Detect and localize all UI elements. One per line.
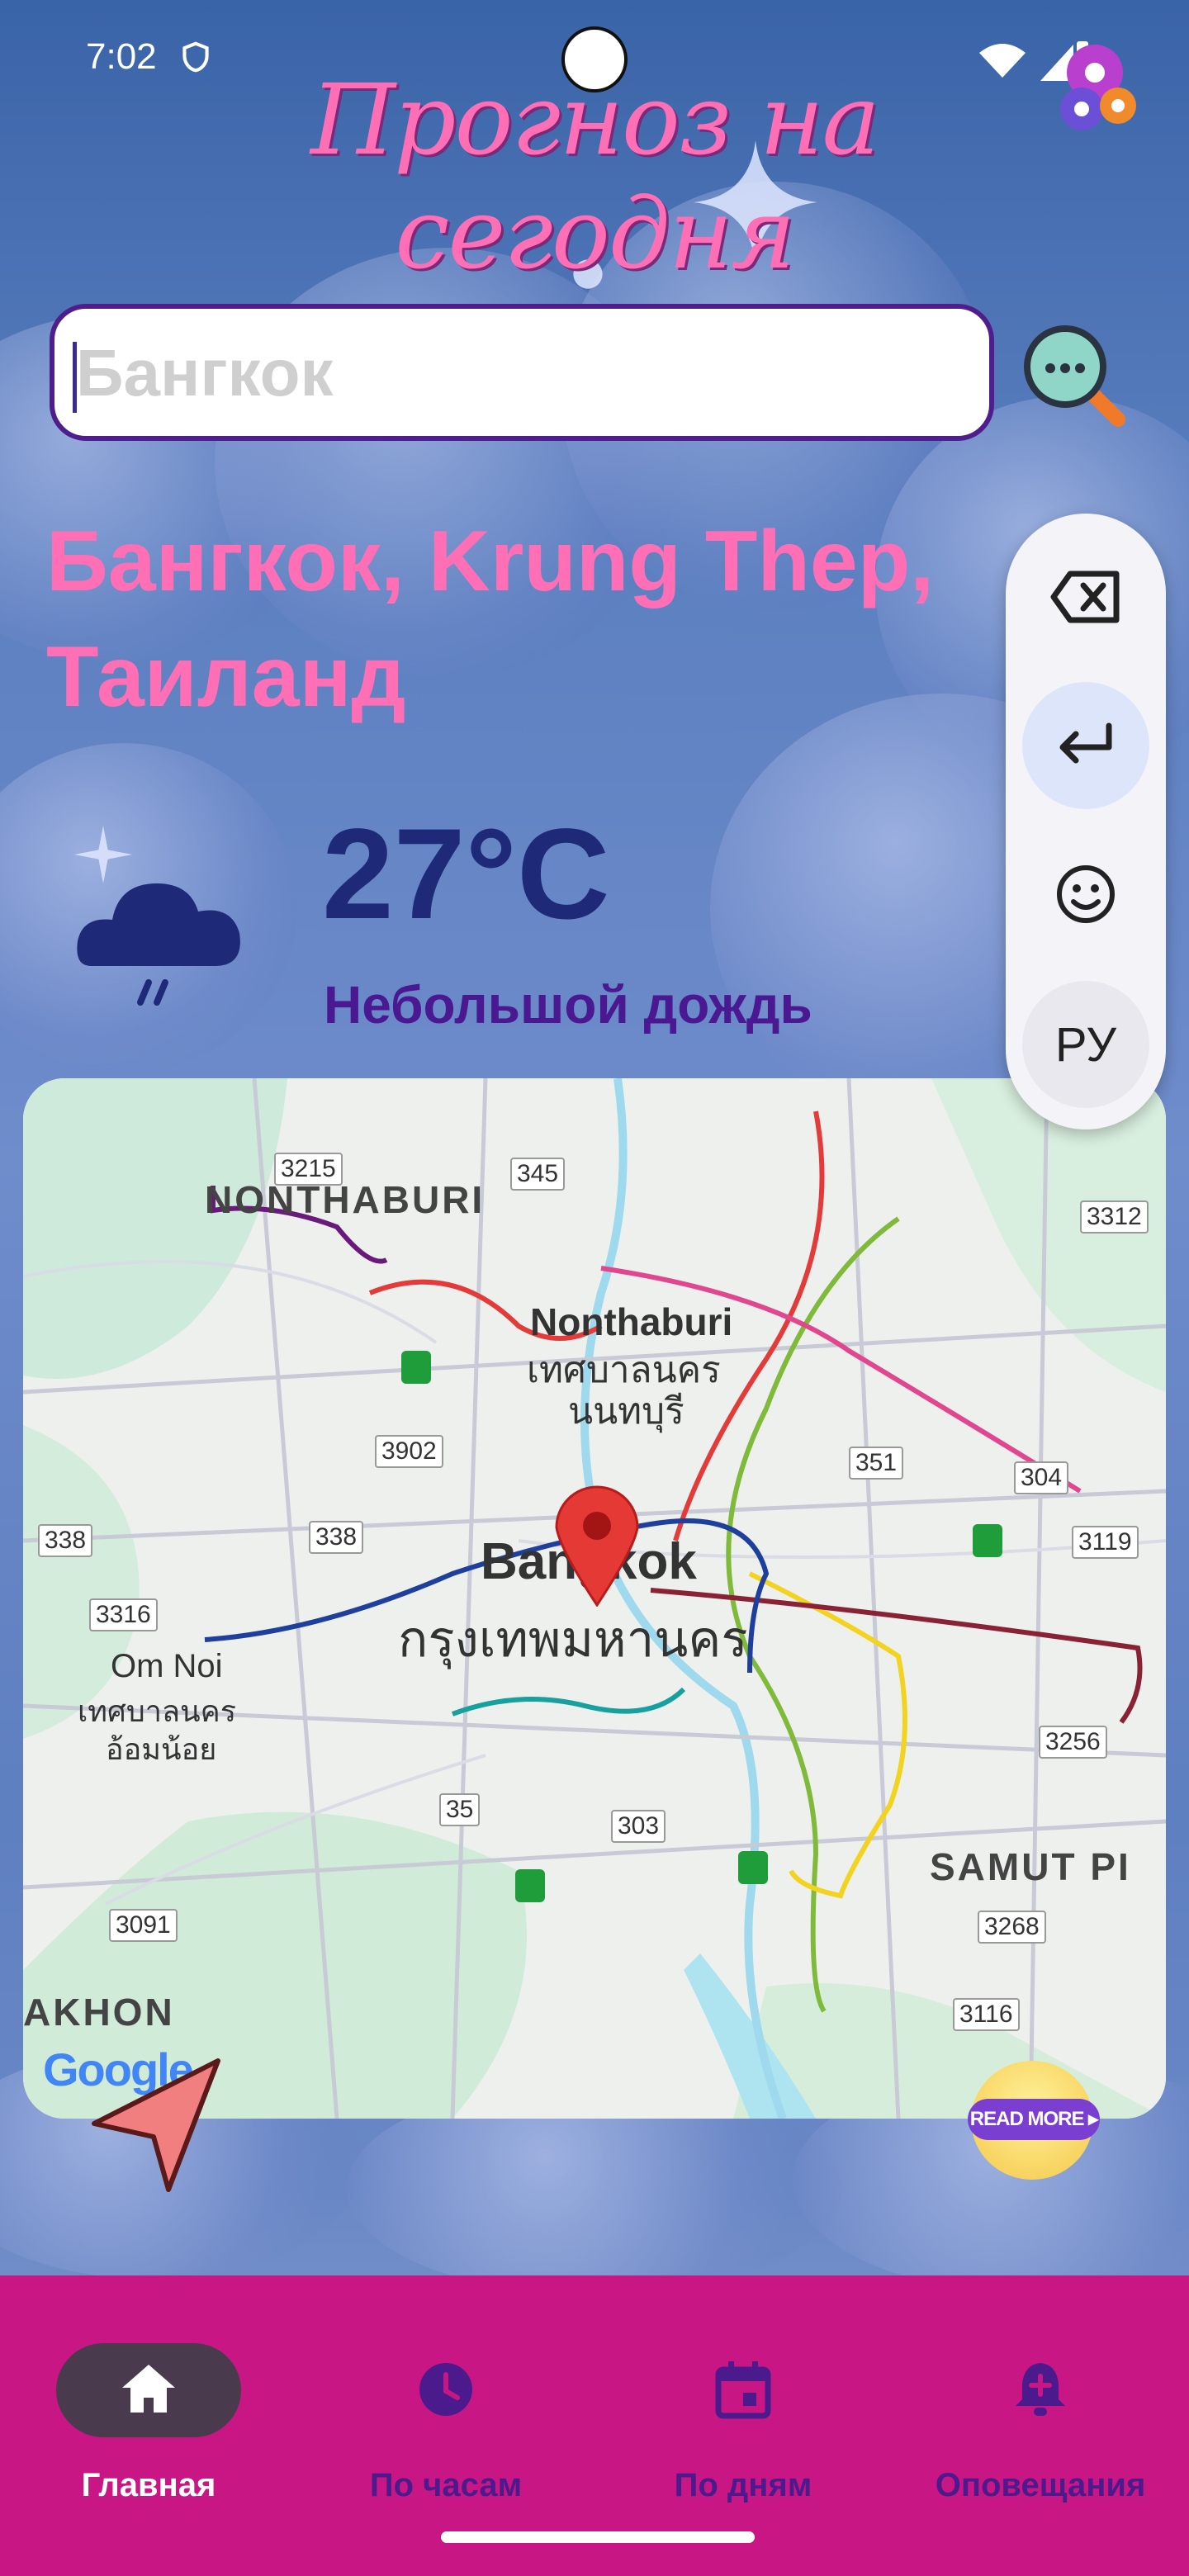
station-icon bbox=[973, 1524, 1002, 1557]
emoji-button[interactable] bbox=[1022, 831, 1149, 958]
road-number: 3119 bbox=[1072, 1526, 1139, 1559]
station-icon bbox=[515, 1869, 545, 1902]
read-more-button[interactable]: READ MORE ▸ bbox=[968, 2061, 1100, 2180]
read-more-label: READ MORE ▸ bbox=[968, 2099, 1100, 2140]
map-view[interactable]: NONTHABURI Nonthaburi เทศบาลนคร นนทบุรี … bbox=[23, 1078, 1166, 2119]
nav-item-alerts[interactable]: Оповещания bbox=[892, 2308, 1189, 2523]
road-number: 338 bbox=[38, 1524, 93, 1557]
station-icon bbox=[401, 1351, 431, 1384]
map-label-om-noi: Om Noi bbox=[111, 1648, 223, 1684]
weather-description: Небольшой дождь bbox=[324, 975, 812, 1035]
map-label-nakhon: AKHON bbox=[23, 1991, 175, 2034]
map-label-nonthaburi-th2: นนทบุรี bbox=[568, 1391, 685, 1432]
search-input[interactable] bbox=[74, 327, 969, 419]
language-button[interactable]: РУ bbox=[1022, 981, 1149, 1108]
nav-label: По дням bbox=[674, 2467, 812, 2503]
road-number: 303 bbox=[611, 1810, 666, 1843]
road-number: 3116 bbox=[953, 1998, 1020, 2031]
road-number: 3312 bbox=[1080, 1200, 1149, 1234]
map-pin-icon[interactable] bbox=[552, 1483, 642, 1607]
location-name: Бангкок, Krung Thep, Таиланд bbox=[46, 514, 935, 725]
home-icon bbox=[122, 2365, 175, 2413]
map-label-samut: SAMUT PI bbox=[930, 1845, 1131, 1888]
backspace-icon bbox=[1050, 571, 1120, 623]
language-label: РУ bbox=[1054, 1017, 1117, 1072]
road-number: 3902 bbox=[375, 1435, 443, 1468]
status-time: 7:02 bbox=[86, 36, 157, 77]
gesture-handle bbox=[441, 2531, 755, 2543]
nav-label: Оповещания bbox=[935, 2467, 1146, 2503]
road-number: 3268 bbox=[978, 1911, 1046, 1944]
gears-icon[interactable] bbox=[1049, 40, 1139, 139]
page-title: Прогноз на сегодня bbox=[310, 63, 880, 291]
enter-button[interactable] bbox=[1022, 682, 1149, 809]
temperature: 27°C bbox=[322, 803, 610, 946]
map-label-om-noi-th2: อ้อมน้อย bbox=[106, 1732, 217, 1766]
calendar-icon bbox=[715, 2361, 771, 2419]
magnifier-icon[interactable] bbox=[1021, 322, 1128, 429]
backspace-button[interactable] bbox=[1022, 533, 1149, 661]
nav-item-hourly[interactable]: По часам bbox=[297, 2308, 594, 2523]
map-label-bangkok-th: กรุงเทพมหานคร bbox=[398, 1612, 748, 1667]
road-number: 3091 bbox=[109, 1909, 178, 1942]
station-icon bbox=[738, 1851, 768, 1884]
map-label-nonthaburi-region: NONTHABURI bbox=[205, 1178, 486, 1221]
nav-label: Главная bbox=[81, 2467, 216, 2503]
enter-icon bbox=[1059, 722, 1112, 764]
map-label-nonthaburi: Nonthaburi bbox=[530, 1300, 733, 1343]
keyboard-toolbar: РУ bbox=[1006, 514, 1166, 1129]
bottom-navigation: Главная По часам По дням Оповещания bbox=[0, 2275, 1189, 2576]
road-number: 3316 bbox=[89, 1598, 158, 1631]
search-field-container bbox=[50, 304, 994, 441]
clock-icon bbox=[419, 2363, 472, 2416]
nav-item-home[interactable]: Главная bbox=[0, 2308, 297, 2523]
nav-item-daily[interactable]: По дням bbox=[594, 2308, 892, 2523]
road-number: 338 bbox=[309, 1521, 364, 1554]
nav-label: По часам bbox=[369, 2467, 523, 2503]
road-number: 351 bbox=[849, 1447, 904, 1480]
road-number: 3215 bbox=[274, 1153, 343, 1186]
emoji-icon bbox=[1057, 865, 1115, 923]
road-number: 304 bbox=[1014, 1461, 1069, 1494]
road-number: 35 bbox=[439, 1793, 481, 1826]
navigation-arrow-icon[interactable] bbox=[83, 2051, 231, 2200]
rain-cloud-icon bbox=[77, 883, 240, 1006]
bell-plus-icon bbox=[1016, 2363, 1065, 2416]
road-number: 3256 bbox=[1039, 1726, 1107, 1759]
road-number: 345 bbox=[510, 1158, 566, 1191]
